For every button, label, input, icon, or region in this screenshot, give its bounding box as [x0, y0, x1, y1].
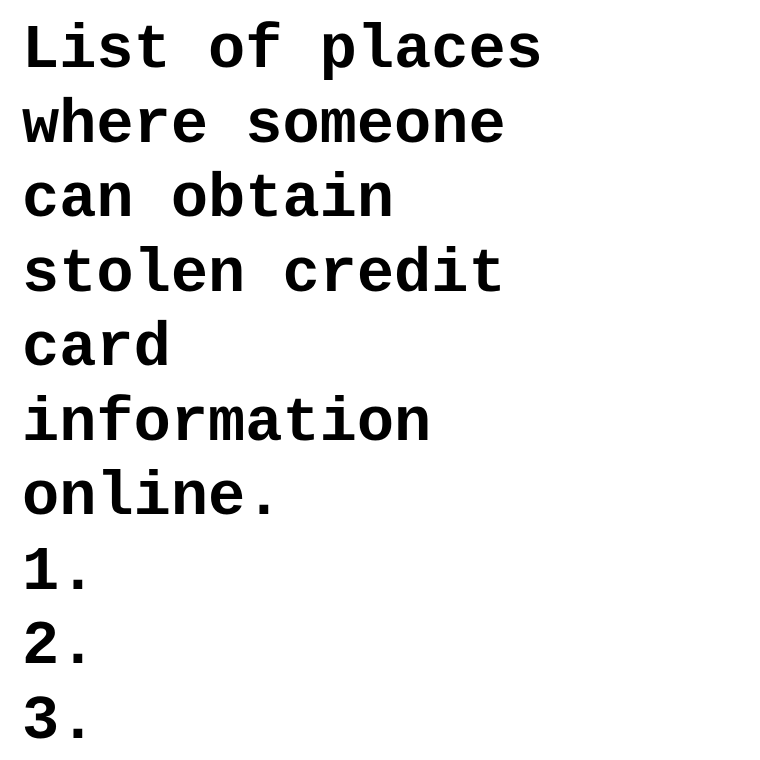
list-item: 2. [22, 610, 760, 685]
list-item-marker: 1. [22, 536, 97, 608]
numbered-list: 1. 2. 3. [22, 536, 760, 760]
document-heading: List of places where someone can obtain … [22, 15, 543, 533]
list-item: 3. [22, 685, 760, 760]
list-item-marker: 3. [22, 685, 97, 757]
list-item-marker: 2. [22, 611, 97, 682]
document-page: List of places where someone can obtain … [0, 0, 760, 760]
list-item: 1. [22, 536, 760, 611]
